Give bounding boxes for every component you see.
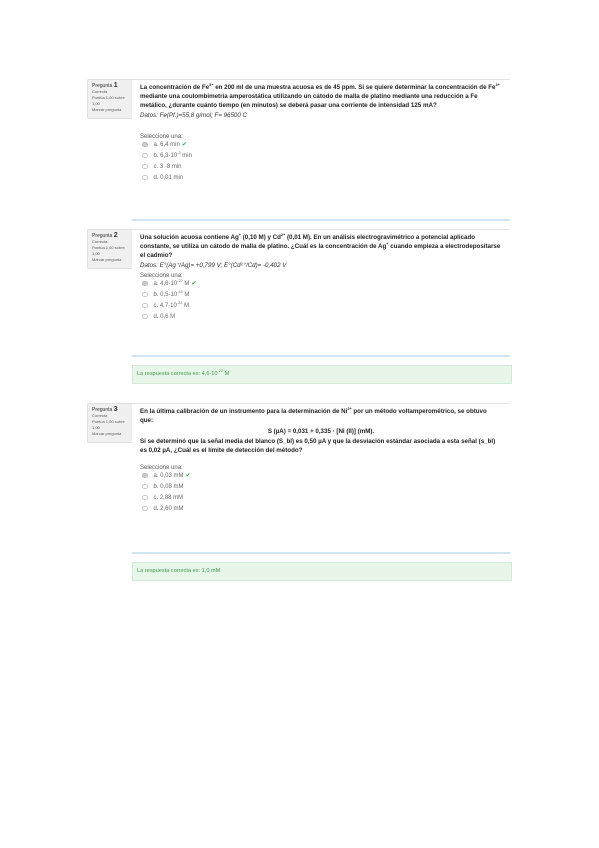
question-content-1: La concentración de Fe3+ en 200 ml de un… (132, 79, 510, 221)
question-info-1: Pregunta 1 Correcta Puntúa 1,00 sobre 1,… (87, 79, 135, 119)
flag-question-link[interactable]: Marcar pregunta (92, 257, 130, 263)
question-content-3: En la última calibración de un instrumen… (132, 403, 510, 554)
question-text: La concentración de Fe3+ en 200 ml de un… (140, 82, 500, 109)
option-b[interactable]: b. 0,08 mM (132, 482, 510, 493)
question-info-3: Pregunta 3 Correcta Puntúa 1,00 sobre 1,… (87, 403, 135, 443)
radio-button[interactable] (142, 163, 148, 170)
question-score: Puntúa 1,00 sobre 1,00 (92, 245, 125, 256)
option-c[interactable]: c. 4,7·10-22 M (132, 301, 510, 312)
question-data: Datos: Fe(Pf.)=55,8 g/mol; F= 96500 C (140, 112, 247, 119)
radio-button[interactable] (142, 483, 148, 490)
question-text-continued: Si se determinó que la señal media del b… (140, 438, 496, 454)
option-a[interactable]: a. 0,03 mM ✔ (132, 471, 510, 482)
flag-question-link[interactable]: Marcar pregunta (92, 107, 130, 113)
question-data: Datos: E°(Ag⁺/Ag)= +0,799 V; E°(Cd²⁺/Cd)… (140, 262, 287, 269)
radio-button[interactable] (142, 174, 148, 181)
question-content-2: Una solución acuosa contiene Ag+ (0,10 M… (132, 229, 510, 357)
question-text: En la última calibración de un instrumen… (140, 406, 487, 424)
option-d[interactable]: d. 2,60 mM (132, 504, 510, 515)
radio-button[interactable] (142, 302, 148, 309)
question-score: Puntúa 1,00 sobre 1,00 (92, 95, 125, 106)
option-b[interactable]: b. 6,3·10-3 min (132, 151, 510, 162)
radio-button[interactable] (142, 141, 148, 148)
question-score: Puntúa 1,00 sobre 1,00 (92, 419, 125, 430)
radio-button[interactable] (142, 280, 148, 287)
option-a[interactable]: a. 4,6·10-22 M ✔ (132, 279, 510, 290)
radio-button[interactable] (142, 494, 148, 501)
question-info-2: Pregunta 2 Correcta Puntúa 1,00 sobre 1,… (87, 229, 135, 269)
option-a[interactable]: a. 6,4 min ✔ (132, 140, 510, 151)
feedback-correct-answer: La respuesta correcta es: 1,0 mM (132, 562, 512, 581)
option-d[interactable]: d. 0,6 M (132, 312, 510, 323)
option-d[interactable]: d. 0,01 min (132, 173, 510, 184)
radio-button[interactable] (142, 152, 148, 159)
check-icon: ✔ (191, 281, 197, 287)
calibration-equation: S (µA) = 0,031 + 0,335 · [Ni (II)] (mM). (267, 428, 375, 435)
option-c[interactable]: c. 2,88 mM (132, 493, 510, 504)
option-c[interactable]: c. 3 ·8 min (132, 162, 510, 173)
radio-button[interactable] (142, 313, 148, 320)
check-icon: ✔ (185, 473, 191, 479)
question-text: Una solución acuosa contiene Ag+ (0,10 M… (140, 232, 501, 259)
check-icon: ✔ (181, 142, 187, 148)
flag-question-link[interactable]: Marcar pregunta (92, 431, 130, 437)
radio-button[interactable] (142, 291, 148, 298)
radio-button[interactable] (142, 505, 148, 512)
radio-button[interactable] (142, 472, 148, 479)
feedback-correct-answer: La respuesta correcta es: 4,6·10-22 M (132, 365, 512, 384)
option-b[interactable]: b. 0,5·10-43 M (132, 290, 510, 301)
